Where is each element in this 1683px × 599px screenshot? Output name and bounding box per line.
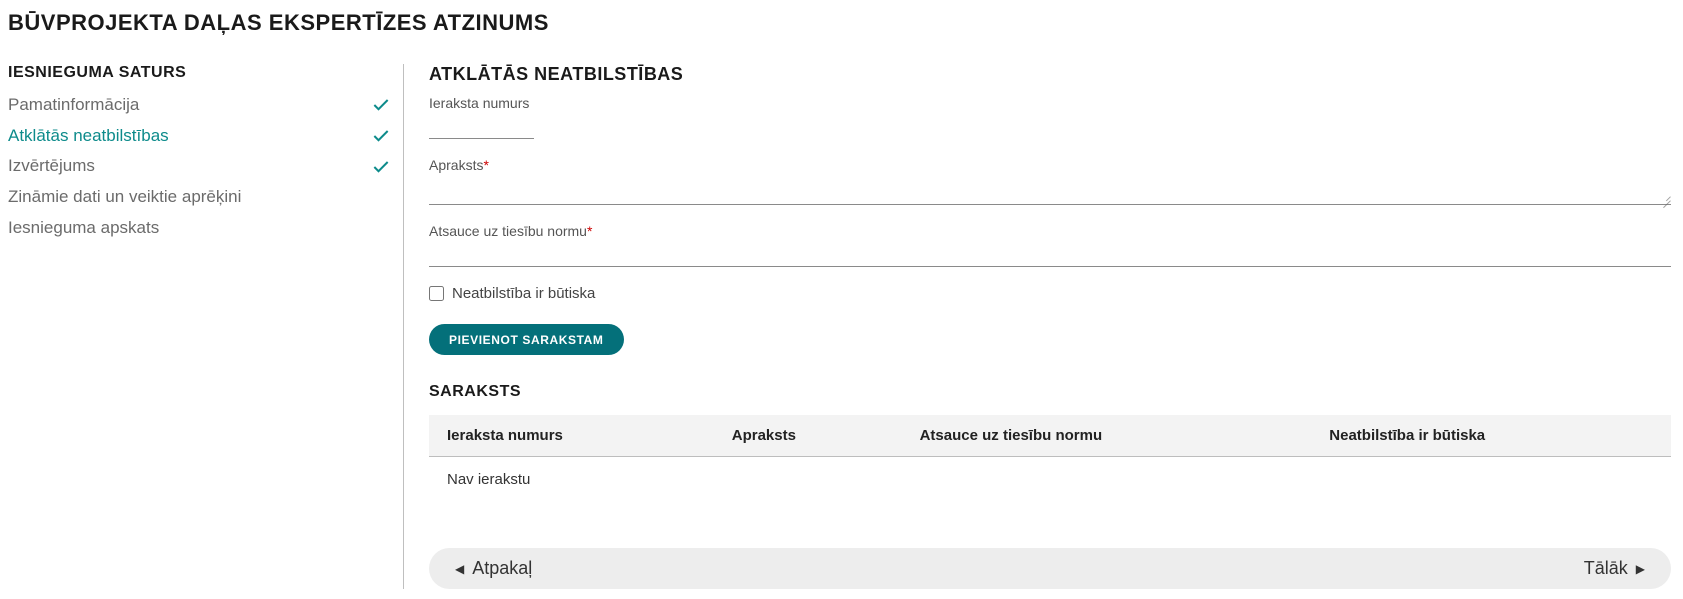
table-header-numurs: Ieraksta numurs — [429, 415, 714, 457]
apraksts-label-text: Apraksts — [429, 157, 483, 173]
atsauce-input[interactable] — [429, 243, 1671, 267]
sidebar-item-label: Izvērtējums — [8, 154, 95, 179]
field-butiska: Neatbilstība ir būtiska — [429, 285, 1671, 302]
butiska-label: Neatbilstība ir būtiska — [452, 285, 595, 302]
next-button[interactable]: Tālāk ▶ — [1584, 558, 1645, 579]
table-header-butiska: Neatbilstība ir būtiska — [1311, 415, 1671, 457]
check-icon — [371, 126, 391, 146]
back-label: Atpakaļ — [472, 558, 532, 579]
sidebar-item-iesnieguma-apskats[interactable]: Iesnieguma apskats — [8, 213, 391, 244]
list-title: Saraksts — [429, 383, 1671, 401]
table-empty-text: Nav ierakstu — [429, 457, 1671, 503]
sidebar-item-izvertejums[interactable]: Izvērtējums — [8, 151, 391, 182]
back-button[interactable]: ◀ Atpakaļ — [455, 558, 532, 579]
nav-bar: ◀ Atpakaļ Tālāk ▶ — [429, 548, 1671, 589]
sidebar-item-label: Zināmie dati un veiktie aprēķini — [8, 185, 241, 210]
atsauce-label-text: Atsauce uz tiesību normu — [429, 223, 587, 239]
butiska-checkbox[interactable] — [429, 286, 444, 301]
required-mark: * — [587, 223, 592, 239]
table-header-apraksts: Apraksts — [714, 415, 902, 457]
atsauce-label: Atsauce uz tiesību normu* — [429, 223, 1671, 239]
sidebar: Iesnieguma saturs Pamatinformācija Atklā… — [8, 64, 403, 589]
page-title: Būvprojekta daļas ekspertīzes atzinums — [8, 10, 1675, 36]
required-mark: * — [483, 157, 488, 173]
ieraksta-numurs-label: Ieraksta numurs — [429, 95, 1671, 111]
table-row-empty: Nav ierakstu — [429, 457, 1671, 503]
apraksts-input[interactable] — [429, 177, 1671, 205]
check-icon — [371, 95, 391, 115]
records-table: Ieraksta numurs Apraksts Atsauce uz ties… — [429, 415, 1671, 502]
sidebar-item-pamatinformacija[interactable]: Pamatinformācija — [8, 90, 391, 121]
field-atsauce: Atsauce uz tiesību normu* — [429, 223, 1671, 267]
field-apraksts: Apraksts* — [429, 157, 1671, 205]
add-to-list-button[interactable]: Pievienot sarakstam — [429, 324, 624, 355]
sidebar-item-zinamie-dati[interactable]: Zināmie dati un veiktie aprēķini — [8, 182, 391, 213]
chevron-left-icon: ◀ — [455, 563, 464, 575]
ieraksta-numurs-input[interactable] — [429, 115, 534, 139]
field-ieraksta-numurs: Ieraksta numurs — [429, 95, 1671, 139]
layout: Iesnieguma saturs Pamatinformācija Atklā… — [8, 64, 1675, 589]
sidebar-item-label: Pamatinformācija — [8, 93, 139, 118]
section-title: Atklātās neatbilstības — [429, 64, 1671, 85]
sidebar-title: Iesnieguma saturs — [8, 64, 391, 82]
table-header-atsauce: Atsauce uz tiesību normu — [902, 415, 1312, 457]
main-content: Atklātās neatbilstības Ieraksta numurs A… — [403, 64, 1675, 589]
check-icon — [371, 157, 391, 177]
sidebar-item-label: Atklātās neatbilstības — [8, 124, 169, 149]
sidebar-item-label: Iesnieguma apskats — [8, 216, 159, 241]
sidebar-item-atklatas-neatbilstibas[interactable]: Atklātās neatbilstības — [8, 121, 391, 152]
apraksts-label: Apraksts* — [429, 157, 1671, 173]
next-label: Tālāk — [1584, 558, 1628, 579]
chevron-right-icon: ▶ — [1636, 563, 1645, 575]
